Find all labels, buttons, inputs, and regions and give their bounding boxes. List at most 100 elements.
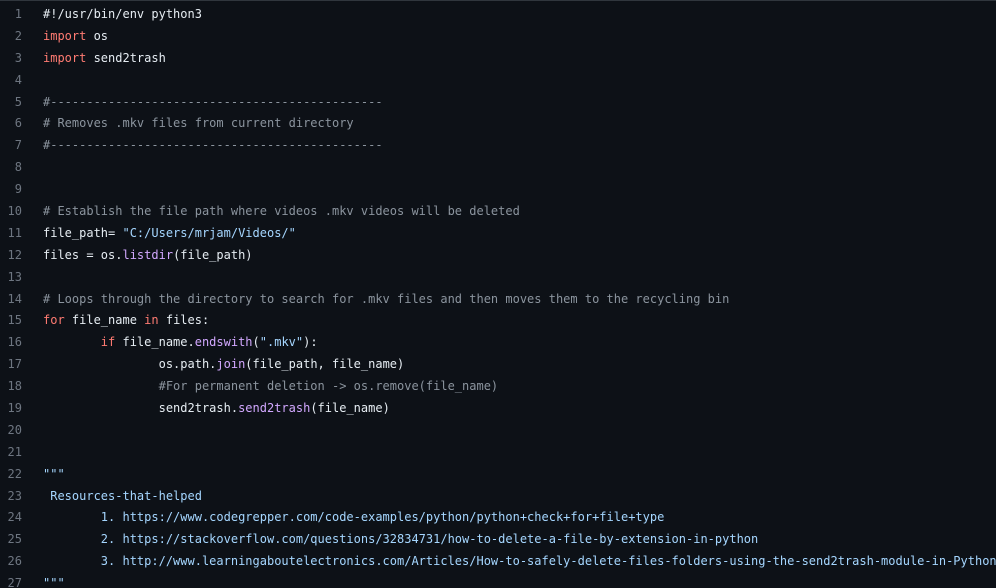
line-number[interactable]: 4 bbox=[0, 70, 22, 92]
code-token: send2trash bbox=[238, 401, 311, 416]
code-line: 3 import send2trash bbox=[0, 48, 996, 70]
line-number[interactable]: 8 bbox=[0, 157, 22, 179]
code-token: listdir bbox=[122, 247, 174, 262]
line-code: #For permanent deletion -> os.remove(fil… bbox=[22, 376, 996, 398]
code-line: 14 # Loops through the directory to searc… bbox=[0, 289, 996, 311]
line-number[interactable]: 9 bbox=[0, 179, 22, 201]
code-line: 25 2. https://stackoverflow.com/question… bbox=[0, 529, 996, 551]
line-code: import os bbox=[22, 26, 996, 48]
code-line: 7 #--------------------------------------… bbox=[0, 135, 996, 157]
line-code: files = os.listdir(file_path) bbox=[22, 245, 996, 267]
code-token: files = os. bbox=[43, 247, 123, 262]
code-line: 4 bbox=[0, 70, 996, 92]
code-line: 16 if file_name.endswith(".mkv"): bbox=[0, 332, 996, 354]
code-token: file_name bbox=[64, 313, 145, 328]
code-token: (file_path) bbox=[173, 247, 253, 262]
line-number[interactable]: 6 bbox=[0, 113, 22, 135]
code-token: 2. https://stackoverflow.com/questions/3… bbox=[43, 532, 759, 547]
code-line: 11 file_path= "C:/Users/mrjam/Videos/" bbox=[0, 223, 996, 245]
code-token: 3. http://www.learningaboutelectronics.c… bbox=[43, 554, 996, 569]
code-token: # Loops through the directory to search … bbox=[43, 291, 730, 306]
line-number[interactable]: 22 bbox=[0, 464, 22, 486]
code-token: #---------------------------------------… bbox=[43, 94, 383, 109]
code-viewer: 1 #!/usr/bin/env python3 2 import os 3 import… bbox=[0, 0, 996, 588]
code-token: #---------------------------------------… bbox=[43, 138, 383, 153]
code-line: 27 """ bbox=[0, 573, 996, 588]
line-code: import send2trash bbox=[22, 48, 996, 70]
code-token: in bbox=[144, 313, 159, 328]
code-token: file_name. bbox=[115, 335, 195, 350]
code-line: 23 Resources-that-helped bbox=[0, 486, 996, 508]
line-code: #---------------------------------------… bbox=[22, 92, 996, 114]
line-number[interactable]: 1 bbox=[0, 4, 22, 26]
code-token: import bbox=[43, 50, 87, 65]
line-number[interactable]: 3 bbox=[0, 48, 22, 70]
code-line: 24 1. https://www.codegrepper.com/code-e… bbox=[0, 507, 996, 529]
code-line: 10 # Establish the file path where videos… bbox=[0, 201, 996, 223]
line-code: file_path= "C:/Users/mrjam/Videos/" bbox=[22, 223, 996, 245]
code-token: files: bbox=[158, 313, 210, 328]
code-token: if bbox=[100, 335, 116, 350]
line-number[interactable]: 23 bbox=[0, 486, 22, 508]
line-number[interactable]: 24 bbox=[0, 507, 22, 529]
line-code: os.path.join(file_path, file_name) bbox=[22, 354, 996, 376]
code-line: 5 #--------------------------------------… bbox=[0, 92, 996, 114]
line-code: if file_name.endswith(".mkv"): bbox=[22, 332, 996, 354]
code-token: #!/usr/bin/env python3 bbox=[43, 7, 202, 21]
line-number[interactable]: 2 bbox=[0, 26, 22, 48]
line-number[interactable]: 12 bbox=[0, 245, 22, 267]
code-token: (file_name) bbox=[310, 401, 390, 416]
line-number[interactable]: 15 bbox=[0, 310, 22, 332]
code-token: send2trash. bbox=[43, 401, 239, 416]
code-line: 18 #For permanent deletion -> os.remove(… bbox=[0, 376, 996, 398]
line-code: send2trash.send2trash(file_name) bbox=[22, 398, 996, 420]
code-line: 6 # Removes .mkv files from current direc… bbox=[0, 113, 996, 135]
line-number[interactable]: 18 bbox=[0, 376, 22, 398]
line-number[interactable]: 27 bbox=[0, 573, 22, 588]
line-number[interactable]: 10 bbox=[0, 201, 22, 223]
code-line: 2 import os bbox=[0, 26, 996, 48]
code-token: file_path= bbox=[43, 225, 123, 240]
line-code: #!/usr/bin/env python3 bbox=[22, 4, 996, 26]
line-code: # Establish the file path where videos .… bbox=[22, 201, 996, 223]
line-number[interactable]: 26 bbox=[0, 551, 22, 573]
line-code: """ bbox=[22, 573, 996, 588]
code-line: 1 #!/usr/bin/env python3 bbox=[0, 4, 996, 26]
line-code: # Removes .mkv files from current direct… bbox=[22, 113, 996, 135]
line-number[interactable]: 7 bbox=[0, 135, 22, 157]
line-number[interactable]: 19 bbox=[0, 398, 22, 420]
line-number[interactable]: 5 bbox=[0, 92, 22, 114]
code-line: 26 3. http://www.learningaboutelectronic… bbox=[0, 551, 996, 573]
line-number[interactable]: 14 bbox=[0, 289, 22, 311]
line-number[interactable]: 16 bbox=[0, 332, 22, 354]
code-line: 9 bbox=[0, 179, 996, 201]
code-token: (file_path, file_name) bbox=[245, 357, 405, 372]
code-token: join bbox=[216, 357, 246, 372]
code-token: #For permanent deletion -> os.remove(fil… bbox=[158, 379, 499, 394]
code-line: 19 send2trash.send2trash(file_name) bbox=[0, 398, 996, 420]
code-token: """ bbox=[43, 576, 65, 588]
code-token: "C:/Users/mrjam/Videos/" bbox=[122, 225, 296, 240]
code-token: # Establish the file path where videos .… bbox=[43, 204, 520, 219]
line-code: 3. http://www.learningaboutelectronics.c… bbox=[22, 551, 996, 573]
line-number[interactable]: 21 bbox=[0, 442, 22, 464]
code-token: os bbox=[86, 28, 109, 43]
code-token: """ bbox=[43, 466, 65, 481]
code-token: import bbox=[43, 28, 87, 43]
line-number[interactable]: 25 bbox=[0, 529, 22, 551]
code-token: 1. https://www.codegrepper.com/code-exam… bbox=[43, 510, 665, 525]
line-code: 1. https://www.codegrepper.com/code-exam… bbox=[22, 507, 996, 529]
code-line: 21 bbox=[0, 442, 996, 464]
line-number[interactable]: 11 bbox=[0, 223, 22, 245]
line-number[interactable]: 17 bbox=[0, 354, 22, 376]
code-token: send2trash bbox=[86, 50, 166, 65]
line-code: for file_name in files: bbox=[22, 310, 996, 332]
line-number[interactable]: 13 bbox=[0, 267, 22, 289]
line-number[interactable]: 20 bbox=[0, 420, 22, 442]
